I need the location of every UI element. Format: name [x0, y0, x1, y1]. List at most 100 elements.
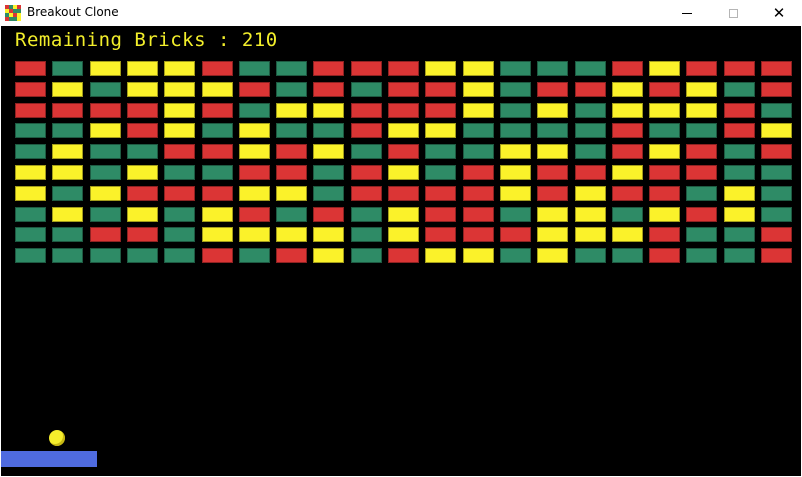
brick	[500, 165, 531, 180]
brick	[313, 227, 344, 242]
brick	[649, 123, 680, 138]
brick	[425, 227, 456, 242]
close-button[interactable]: ✕	[756, 0, 802, 26]
brick	[575, 207, 606, 222]
brick	[425, 123, 456, 138]
ball	[49, 430, 65, 446]
paddle[interactable]	[1, 451, 97, 467]
brick	[164, 186, 195, 201]
brick	[425, 61, 456, 76]
brick	[425, 144, 456, 159]
brick	[202, 103, 233, 118]
brick	[724, 123, 755, 138]
brick	[388, 123, 419, 138]
brick	[202, 61, 233, 76]
brick	[649, 165, 680, 180]
brick	[388, 227, 419, 242]
brick	[612, 186, 643, 201]
brick	[90, 186, 121, 201]
brick	[724, 103, 755, 118]
brick	[15, 227, 46, 242]
brick	[724, 227, 755, 242]
brick	[239, 227, 270, 242]
brick	[388, 165, 419, 180]
brick	[612, 227, 643, 242]
brick	[761, 123, 792, 138]
brick	[500, 82, 531, 97]
brick	[686, 103, 717, 118]
brick	[351, 144, 382, 159]
brick	[313, 207, 344, 222]
brick	[425, 248, 456, 263]
brick	[351, 248, 382, 263]
brick	[164, 82, 195, 97]
brick	[686, 61, 717, 76]
brick	[761, 103, 792, 118]
brick	[127, 144, 158, 159]
brick	[537, 103, 568, 118]
brick	[127, 82, 158, 97]
brick	[575, 103, 606, 118]
brick	[463, 165, 494, 180]
brick	[202, 123, 233, 138]
brick	[425, 82, 456, 97]
brick	[761, 227, 792, 242]
brick	[463, 144, 494, 159]
brick	[313, 248, 344, 263]
brick	[276, 248, 307, 263]
brick	[537, 165, 568, 180]
brick	[351, 123, 382, 138]
brick	[463, 61, 494, 76]
minimize-icon	[682, 12, 692, 14]
brick	[500, 207, 531, 222]
brick	[537, 82, 568, 97]
brick	[575, 144, 606, 159]
minimize-button[interactable]	[664, 0, 710, 26]
brick	[649, 186, 680, 201]
brick	[239, 186, 270, 201]
brick	[388, 248, 419, 263]
brick	[463, 123, 494, 138]
brick	[52, 144, 83, 159]
brick	[202, 186, 233, 201]
brick	[612, 165, 643, 180]
brick	[52, 186, 83, 201]
brick	[724, 186, 755, 201]
maximize-icon	[728, 8, 738, 18]
brick	[500, 61, 531, 76]
game-canvas[interactable]: Remaining Bricks : 210	[1, 26, 801, 476]
brick	[500, 248, 531, 263]
brick	[575, 61, 606, 76]
brick	[239, 61, 270, 76]
brick	[164, 207, 195, 222]
brick	[575, 248, 606, 263]
brick	[52, 227, 83, 242]
remaining-bricks-counter: Remaining Bricks : 210	[15, 29, 278, 51]
brick	[52, 207, 83, 222]
brick	[612, 103, 643, 118]
brick	[575, 123, 606, 138]
brick	[15, 248, 46, 263]
brick	[90, 123, 121, 138]
brick	[388, 103, 419, 118]
game-window: Breakout Clone ✕ Remaining Bricks : 210	[0, 0, 802, 477]
brick	[388, 144, 419, 159]
brick	[239, 165, 270, 180]
brick	[313, 186, 344, 201]
brick	[351, 227, 382, 242]
brick	[276, 165, 307, 180]
brick	[649, 61, 680, 76]
brick	[127, 165, 158, 180]
title-bar[interactable]: Breakout Clone ✕	[0, 0, 802, 26]
brick	[724, 82, 755, 97]
brick	[612, 61, 643, 76]
brick	[612, 123, 643, 138]
brick	[239, 207, 270, 222]
maximize-button[interactable]	[710, 0, 756, 26]
remaining-bricks-count: 210	[241, 29, 278, 51]
brick	[686, 144, 717, 159]
brick	[500, 123, 531, 138]
brick	[351, 165, 382, 180]
brick	[686, 82, 717, 97]
breakout-app-icon[interactable]	[5, 5, 21, 21]
